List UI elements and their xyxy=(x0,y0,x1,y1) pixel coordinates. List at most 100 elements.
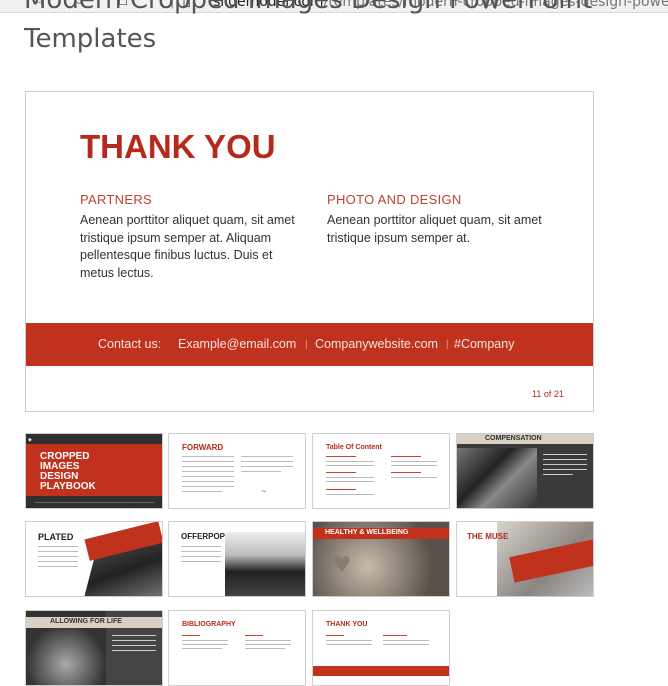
divider: | xyxy=(446,339,449,350)
text-line xyxy=(181,546,221,547)
thumbnail-title: THE MUSE xyxy=(467,532,509,541)
text-line xyxy=(182,466,234,467)
thumbnail-title: HEALTHY & WELLBEING xyxy=(325,529,409,536)
text-line xyxy=(326,481,374,482)
text-line xyxy=(182,648,222,649)
text-line xyxy=(182,481,234,482)
text-line xyxy=(326,635,344,636)
contact-band: Contact us: Example@email.com | Companyw… xyxy=(26,323,593,366)
page-title: Modern Cropped Images Design PowerPoint … xyxy=(24,0,592,62)
thumbnail-contact-band xyxy=(313,666,449,676)
thumbnail-title: PLATED xyxy=(38,532,74,542)
text-line xyxy=(543,474,573,475)
text-line xyxy=(182,640,228,641)
text-line xyxy=(391,461,437,462)
text-line xyxy=(543,469,587,470)
thumbnail-title: ALLOWING FOR LIFE xyxy=(50,618,122,625)
contact-email: Example@email.com xyxy=(178,337,297,351)
text-line xyxy=(182,476,234,477)
thumbnail-title: OFFERPOP xyxy=(181,532,226,541)
signature-mark: ~ xyxy=(261,486,267,496)
text-line xyxy=(241,471,281,472)
contact-website: Companywebsite.com xyxy=(315,337,438,351)
thumbnail-plated[interactable]: PLATED xyxy=(25,521,163,597)
text-line xyxy=(38,561,78,562)
thumbnail-title: CROPPED IMAGES DESIGN PLAYBOOK xyxy=(40,451,96,492)
text-line xyxy=(326,472,356,473)
thumbnail-footer-line xyxy=(34,502,154,503)
thumbnail-bibliography[interactable]: BIBLIOGRAPHY xyxy=(168,610,306,686)
text-line xyxy=(182,471,234,472)
text-line xyxy=(383,640,429,641)
text-line xyxy=(245,635,263,636)
text-line xyxy=(326,477,374,478)
heart-icon: ♥ xyxy=(333,547,351,580)
thumbnail-logo: ◆ xyxy=(28,437,32,443)
text-line xyxy=(326,644,372,645)
thumbnail-photo xyxy=(225,532,305,596)
thumbnail-forward[interactable]: FORWARD ~ xyxy=(168,433,306,509)
text-line xyxy=(182,635,200,636)
text-line xyxy=(38,556,78,557)
text-line xyxy=(383,644,429,645)
text-line xyxy=(182,491,222,492)
text-line xyxy=(543,454,587,455)
text-line xyxy=(112,635,156,636)
text-line xyxy=(326,456,356,457)
text-line xyxy=(181,556,221,557)
text-line xyxy=(38,546,78,547)
text-line xyxy=(241,456,293,457)
text-line xyxy=(38,551,78,552)
text-line xyxy=(241,461,293,462)
thumbnail-table-of-content[interactable]: Table Of Content xyxy=(312,433,450,509)
text-line xyxy=(241,466,293,467)
partners-heading: PARTNERS xyxy=(80,192,152,207)
divider: | xyxy=(305,339,308,350)
text-line xyxy=(245,640,291,641)
slide-heading: THANK YOU xyxy=(80,128,276,165)
thumbnail-title: THANK YOU xyxy=(326,621,368,628)
text-line xyxy=(326,640,372,641)
text-line xyxy=(182,644,228,645)
photo-design-heading: PHOTO AND DESIGN xyxy=(327,192,462,207)
text-line xyxy=(245,648,285,649)
text-line xyxy=(326,489,356,490)
text-line xyxy=(326,461,374,462)
thumbnail-the-muse[interactable]: THE MUSE xyxy=(456,521,594,597)
photo-design-text: Aenean porttitor aliquet quam, sit amet … xyxy=(327,213,542,245)
contact-hashtag: #Company xyxy=(454,337,515,351)
text-line xyxy=(383,635,407,636)
text-line xyxy=(181,561,221,562)
text-line xyxy=(326,465,374,466)
text-line xyxy=(181,551,221,552)
text-line xyxy=(182,456,234,457)
text-line xyxy=(391,465,437,466)
text-line xyxy=(182,486,234,487)
text-line xyxy=(391,477,437,478)
text-line xyxy=(112,645,156,646)
thumbnail-title: Table Of Content xyxy=(326,444,382,451)
thumbnail-offerpop[interactable]: OFFERPOP xyxy=(168,521,306,597)
thumbnail-title: BIBLIOGRAPHY xyxy=(182,621,236,628)
contact-label: Contact us: xyxy=(98,337,162,351)
text-line xyxy=(182,461,234,462)
text-line xyxy=(38,566,78,567)
thumbnail-title: COMPENSATION xyxy=(485,435,542,442)
thumbnail-photo xyxy=(457,448,537,508)
thumbnail-thank-you[interactable]: THANK YOU xyxy=(312,610,450,686)
slide-page-indicator: 11 of 21 xyxy=(532,389,564,399)
text-line xyxy=(543,464,587,465)
thumbnail-allowing-for-life[interactable]: ALLOWING FOR LIFE xyxy=(25,610,163,686)
thumbnail-title: FORWARD xyxy=(182,443,224,452)
thumbnail-cropped-images-playbook[interactable]: ◆ CROPPED IMAGES DESIGN PLAYBOOK xyxy=(25,433,163,509)
text-line xyxy=(543,459,587,460)
thumbnail-compensation[interactable]: COMPENSATION xyxy=(456,433,594,509)
text-line xyxy=(112,650,156,651)
text-line xyxy=(326,494,374,495)
text-line xyxy=(391,456,421,457)
text-line xyxy=(245,644,291,645)
text-line xyxy=(112,640,156,641)
main-slide-preview[interactable]: THANK YOU PARTNERS Aenean porttitor aliq… xyxy=(25,91,594,412)
partners-text: Aenean porttitor aliquet quam, sit amet … xyxy=(80,213,295,280)
thumbnail-healthy-wellbeing[interactable]: HEALTHY & WELLBEING ♥ xyxy=(312,521,450,597)
